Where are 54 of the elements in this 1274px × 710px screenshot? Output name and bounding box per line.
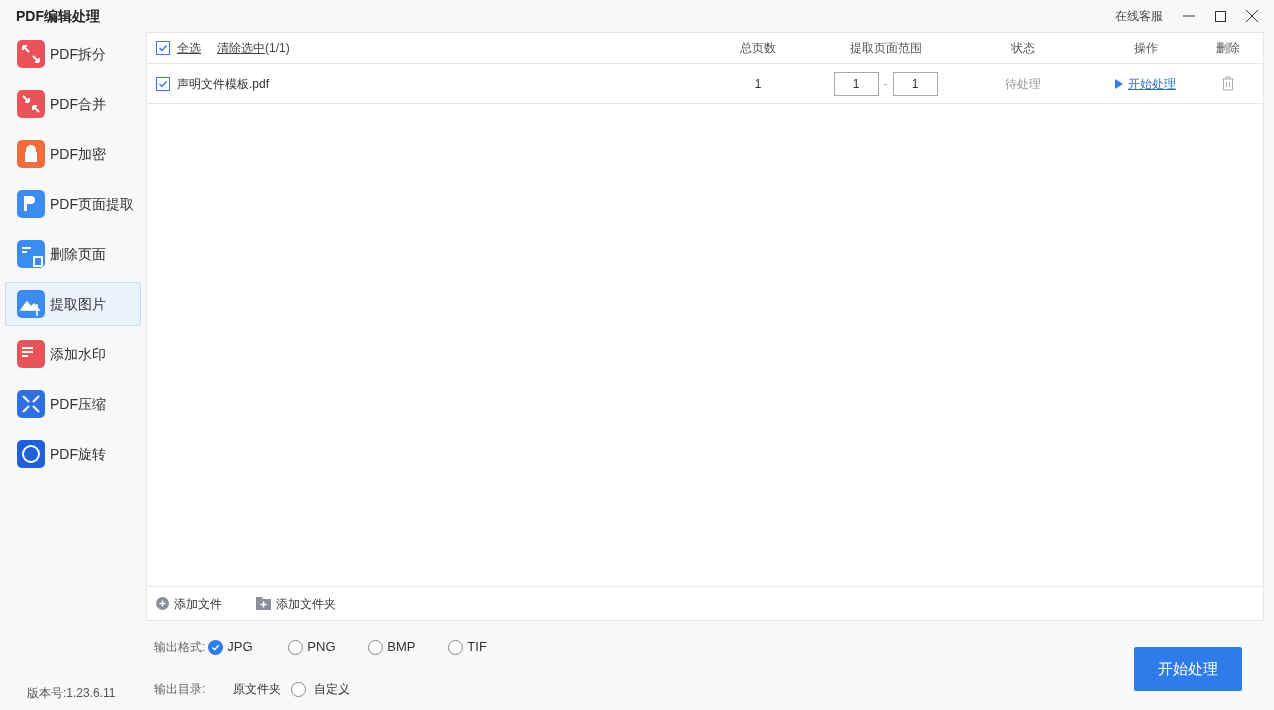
radio-button[interactable] xyxy=(288,639,304,655)
sidebar-item[interactable]: 添加水印 xyxy=(5,332,141,376)
check-icon xyxy=(158,43,168,53)
sidebar-item[interactable]: PDF页面提取 xyxy=(5,182,141,226)
column-header: 删除 xyxy=(1215,40,1241,57)
start-link[interactable]: 开始处理 xyxy=(1128,74,1176,93)
column-header: 提取页面范围 xyxy=(848,40,923,57)
format-option-label[interactable]: BMP xyxy=(387,637,416,657)
maximize-icon[interactable] xyxy=(1215,10,1226,22)
support-link[interactable]: 在线客服 xyxy=(1115,7,1163,25)
checkbox[interactable] xyxy=(156,41,170,55)
custom-dir-label[interactable]: 自定义 xyxy=(314,680,350,698)
add-file-button[interactable]: 添加文件 xyxy=(156,594,222,613)
output-dir-value: 原文件夹 xyxy=(233,681,281,698)
radio-button[interactable] xyxy=(291,681,306,697)
trash-icon[interactable] xyxy=(1221,76,1235,91)
folder-plus-icon xyxy=(256,597,271,610)
radio-button[interactable] xyxy=(368,639,384,655)
version-label: 版本号:1.23.6.11 xyxy=(26,685,117,702)
column-header: 操作 xyxy=(1132,40,1159,57)
clear-selection-link[interactable]: 清除选中 xyxy=(217,39,265,57)
play-icon[interactable] xyxy=(1115,78,1123,89)
range-separator: - xyxy=(883,75,888,93)
sidebar-item[interactable]: PDF加密 xyxy=(5,132,141,176)
sidebar-item[interactable]: 删除页面 xyxy=(5,232,141,276)
checkbox[interactable] xyxy=(156,76,170,91)
format-option-label[interactable]: JPG xyxy=(227,637,253,657)
sidebar-item[interactable]: PDF压缩 xyxy=(5,382,141,426)
radio-button[interactable] xyxy=(448,639,464,655)
range-start-field[interactable]: 1 xyxy=(833,71,879,96)
sidebar-item[interactable]: 提取图片 xyxy=(5,282,141,326)
output-format-label: 输出格式: xyxy=(154,639,206,656)
window-title: PDF编辑处理 xyxy=(16,6,100,26)
select-all-link[interactable]: 全选 xyxy=(177,39,201,57)
add-folder-button[interactable]: 添加文件夹 xyxy=(256,594,336,613)
status-label: 待处理 xyxy=(1004,75,1042,93)
start-button[interactable]: 开始处理 xyxy=(1134,647,1242,691)
sidebar-item[interactable]: PDF拆分 xyxy=(5,32,141,76)
page-count: 1 xyxy=(753,75,763,93)
sidebar-item[interactable]: PDF合并 xyxy=(5,82,141,126)
column-header: 总页数 xyxy=(739,40,777,57)
format-option-label[interactable]: PNG xyxy=(307,637,336,657)
file-name: 声明文件模板.pdf xyxy=(177,75,269,93)
format-option-label[interactable]: TIF xyxy=(467,637,487,657)
column-header: 状态 xyxy=(1010,40,1036,57)
check-icon xyxy=(211,642,221,652)
plus-circle-icon xyxy=(156,597,169,610)
check-icon xyxy=(158,78,168,89)
close-icon[interactable] xyxy=(1246,10,1258,22)
selection-count: (1/1) xyxy=(265,40,290,57)
sidebar-item[interactable]: PDF旋转 xyxy=(5,432,141,476)
range-end-field[interactable]: 1 xyxy=(892,71,938,96)
output-dir-label: 输出目录: xyxy=(154,681,207,698)
radio-button[interactable] xyxy=(208,639,224,655)
